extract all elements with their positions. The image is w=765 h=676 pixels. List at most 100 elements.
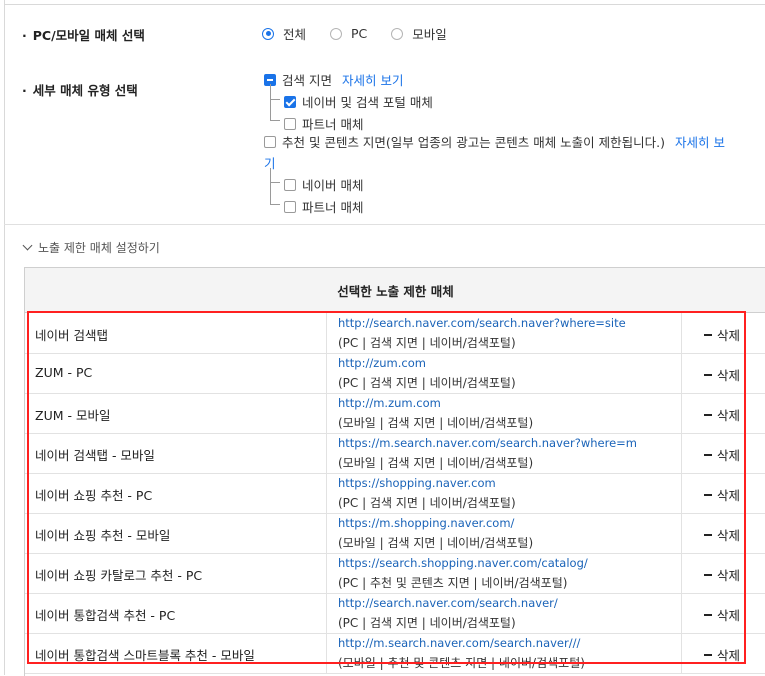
delete-button[interactable]: 삭제 xyxy=(704,565,740,584)
minus-icon xyxy=(704,413,712,416)
content-placement-checkbox[interactable] xyxy=(264,135,276,148)
tree-branch xyxy=(270,99,280,100)
delete-button[interactable]: 삭제 xyxy=(704,605,740,624)
radio-option-all[interactable]: 전체 xyxy=(262,24,306,43)
cell-divider xyxy=(681,553,682,593)
media-meta: (PC | 검색 지면 | 네이버/검색포털) xyxy=(338,376,516,390)
delete-label: 삭제 xyxy=(717,608,741,623)
panel-border-left xyxy=(4,0,5,675)
naver-content-checkbox[interactable] xyxy=(284,178,296,191)
cell-divider xyxy=(326,633,327,673)
tree-branch xyxy=(270,120,280,121)
table-row: ZUM - 모바일 http://m.zum.com (모바일 | 검색 지면 | … xyxy=(25,393,765,434)
radio-label: 모바일 xyxy=(412,27,447,42)
delete-label: 삭제 xyxy=(717,648,741,663)
delete-label: 삭제 xyxy=(717,408,741,423)
search-detail-link[interactable]: 자세히 보기 xyxy=(342,70,403,89)
media-name: 네이버 쇼핑 추천 - 모바일 xyxy=(35,528,171,543)
table-row: 네이버 통합검색 추천 - PC http://search.naver.com/… xyxy=(25,593,765,634)
content-detail-link[interactable]: 자세히 보 xyxy=(675,132,725,151)
section-divider xyxy=(4,224,765,225)
radio-option-mobile[interactable]: 모바일 xyxy=(391,24,447,43)
exclusion-settings-label: 노출 제한 매체 설정하기 xyxy=(38,241,160,255)
table-row: 네이버 검색탭 - 모바일 https://m.search.naver.com/… xyxy=(25,433,765,474)
delete-label: 삭제 xyxy=(717,528,741,543)
table-row: 네이버 쇼핑 추천 - 모바일 https://m.shopping.naver.… xyxy=(25,513,765,554)
delete-label: 삭제 xyxy=(717,368,741,383)
media-meta: (모바일 | 검색 지면 | 네이버/검색포털) xyxy=(338,416,534,430)
media-url[interactable]: http://m.search.naver.com/search.naver//… xyxy=(338,636,580,650)
delete-button[interactable]: 삭제 xyxy=(704,325,740,344)
cell-divider xyxy=(681,633,682,673)
radio-label: 전체 xyxy=(283,27,307,42)
media-url[interactable]: https://m.search.naver.com/search.naver?… xyxy=(338,436,637,450)
content-placement-option[interactable]: 추천 및 콘텐츠 지면(일부 업종의 광고는 콘텐츠 매체 노출이 제한됩니다.… xyxy=(264,132,725,151)
delete-button[interactable]: 삭제 xyxy=(704,485,740,504)
delete-button[interactable]: 삭제 xyxy=(704,445,740,464)
cell-divider xyxy=(681,393,682,433)
media-name: 네이버 검색탭 xyxy=(35,328,108,343)
content-partner-label: 파트너 매체 xyxy=(302,200,364,215)
media-url[interactable]: http://search.naver.com/search.naver/ xyxy=(338,596,558,610)
media-url[interactable]: https://shopping.naver.com xyxy=(338,476,496,490)
tree-line xyxy=(270,84,271,120)
minus-icon xyxy=(704,453,712,456)
media-url[interactable]: https://m.shopping.naver.com/ xyxy=(338,516,514,530)
cell-divider xyxy=(326,553,327,593)
delete-button[interactable]: 삭제 xyxy=(704,365,740,384)
minus-icon xyxy=(704,573,712,576)
naver-search-portal-checkbox[interactable] xyxy=(284,95,296,108)
media-meta: (PC | 추천 및 콘텐츠 지면 | 네이버/검색포털) xyxy=(338,576,568,590)
cell-divider xyxy=(326,593,327,633)
media-url[interactable]: http://zum.com xyxy=(338,356,426,370)
media-url[interactable]: http://search.naver.com/search.naver?whe… xyxy=(338,316,626,330)
media-name: 네이버 쇼핑 카탈로그 추천 - PC xyxy=(35,568,203,583)
media-meta: (PC | 검색 지면 | 네이버/검색포털) xyxy=(338,616,516,630)
naver-search-portal-option[interactable]: 네이버 및 검색 포털 매체 xyxy=(284,92,433,111)
media-select-label: · PC/모바일 매체 선택 xyxy=(22,28,145,43)
search-partner-checkbox[interactable] xyxy=(284,117,296,130)
content-partner-checkbox[interactable] xyxy=(284,200,296,213)
search-placement-option[interactable]: 검색 지면 자세히 보기 xyxy=(264,70,403,89)
cell-divider xyxy=(681,593,682,633)
media-name: 네이버 통합검색 스마트블록 추천 - 모바일 xyxy=(35,648,255,663)
media-url[interactable]: http://m.zum.com xyxy=(338,396,441,410)
cell-divider xyxy=(681,433,682,473)
exclusion-settings-toggle[interactable]: 노출 제한 매체 설정하기 xyxy=(22,239,160,256)
search-partner-option[interactable]: 파트너 매체 xyxy=(284,114,363,133)
radio-pc-icon[interactable] xyxy=(330,27,343,40)
delete-button[interactable]: 삭제 xyxy=(704,645,740,664)
media-meta: (모바일 | 검색 지면 | 네이버/검색포털) xyxy=(338,536,534,550)
minus-icon xyxy=(704,333,712,336)
content-partner-option[interactable]: 파트너 매체 xyxy=(284,197,363,216)
radio-all-icon[interactable] xyxy=(262,27,274,40)
cell-divider xyxy=(326,473,327,513)
table-header: 선택한 노출 제한 매체 xyxy=(25,268,765,313)
media-name: 네이버 통합검색 추천 - PC xyxy=(35,608,176,623)
cell-divider xyxy=(681,313,682,353)
panel-border-top xyxy=(4,4,765,5)
minus-icon xyxy=(704,373,712,376)
cell-divider xyxy=(681,353,682,393)
delete-button[interactable]: 삭제 xyxy=(704,405,740,424)
media-radio-group: 전체 PC 모바일 xyxy=(262,24,471,43)
media-name: 네이버 쇼핑 추천 - PC xyxy=(35,488,153,503)
naver-search-portal-label: 네이버 및 검색 포털 매체 xyxy=(302,95,433,110)
tree-branch xyxy=(270,182,280,183)
table-row: 네이버 쇼핑 카탈로그 추천 - PC https://search.shoppi… xyxy=(25,553,765,594)
search-partner-label: 파트너 매체 xyxy=(302,117,364,132)
media-meta: (모바일 | 추천 및 콘텐츠 지면 | 네이버/검색포털) xyxy=(338,656,585,670)
radio-mobile-icon[interactable] xyxy=(391,27,404,40)
naver-content-option[interactable]: 네이버 매체 xyxy=(284,175,363,194)
media-url[interactable]: https://search.shopping.naver.com/catalo… xyxy=(338,556,588,570)
table-header-label: 선택한 노출 제한 매체 xyxy=(337,283,454,299)
delete-label: 삭제 xyxy=(717,568,741,583)
delete-label: 삭제 xyxy=(717,328,741,343)
cell-divider xyxy=(326,513,327,553)
radio-option-pc[interactable]: PC xyxy=(330,26,367,41)
table-row: ZUM - PC http://zum.com (PC | 검색 지면 | 네이버/… xyxy=(25,353,765,394)
cell-divider xyxy=(326,433,327,473)
delete-button[interactable]: 삭제 xyxy=(704,525,740,544)
media-name: ZUM - PC xyxy=(35,365,93,380)
minus-icon xyxy=(704,533,712,536)
